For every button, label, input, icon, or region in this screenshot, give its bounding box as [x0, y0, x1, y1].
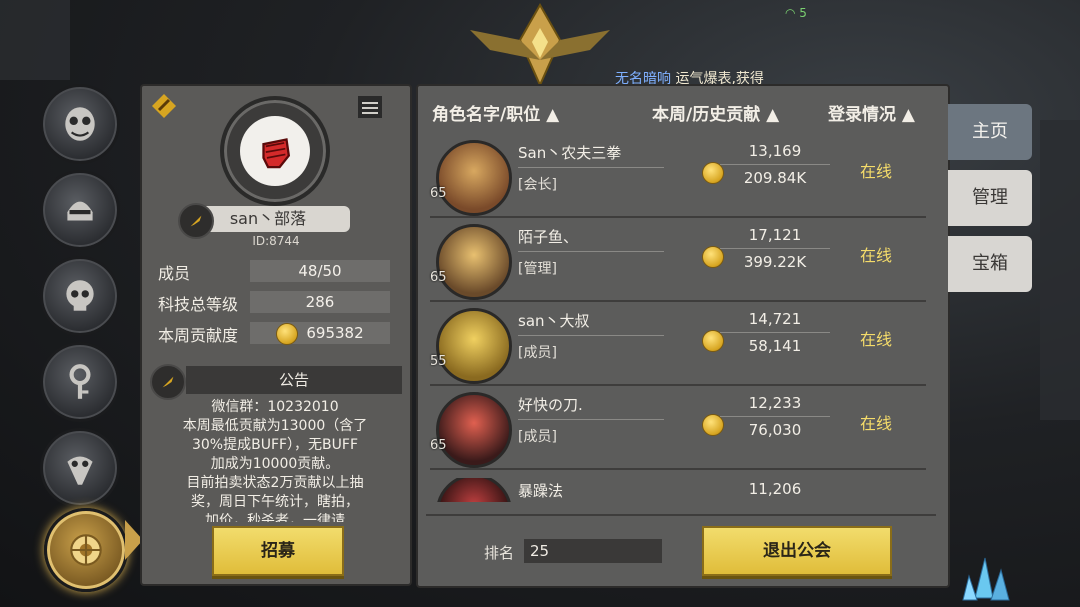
weekly-contribution-value: 695382 [250, 322, 390, 345]
fist-icon [262, 138, 291, 169]
sort-name-header[interactable]: 角色名字/职位 ▲ [432, 100, 559, 125]
member-avatar [436, 224, 512, 300]
notice-line: 目前拍卖状态2万贡献以上抽 [186, 475, 364, 491]
nav-guild-button[interactable] [44, 508, 128, 592]
member-weekly-contribution: 12,233 [720, 394, 830, 417]
notice-line: 加成为10000贡献。 [210, 456, 340, 472]
edit-notice-button[interactable] [150, 364, 186, 400]
member-list-panel: 角色名字/职位 ▲ 本周/历史贡献 ▲ 登录情况 ▲ 65 San丶农夫三拳 [… [416, 84, 950, 588]
guild-id: ID:8744 [252, 234, 300, 248]
guild-info-panel: san丶部落 ID:8744 成员 48/50 科技总等级 286 本周贡献度 … [140, 84, 412, 586]
member-level: 55 [430, 354, 447, 369]
nav-skull-button[interactable] [40, 256, 120, 336]
member-history-contribution: 399.22K [743, 253, 807, 271]
notice-header: 公告 [186, 366, 402, 394]
member-status: 在线 [860, 246, 893, 265]
notice-line: 加价，秒杀者，一律请 [205, 513, 345, 522]
quill-icon [190, 215, 202, 227]
mask-icon [65, 107, 95, 141]
member-name: 陌子鱼、 [518, 226, 664, 252]
member-avatar [436, 392, 512, 468]
nav-helmet-button[interactable] [40, 170, 120, 250]
rank-label: 排名 [484, 544, 515, 562]
tech-level-label: 科技总等级 [158, 295, 239, 314]
notice-line: 微信群：10232010 [211, 399, 339, 415]
tab-home[interactable]: 主页 [948, 104, 1032, 160]
member-history-contribution: 209.84K [743, 169, 807, 187]
background-pillar [0, 0, 70, 80]
nav-key-button[interactable] [40, 342, 120, 422]
member-avatar [436, 140, 512, 216]
weekly-contribution-label: 本周贡献度 [158, 326, 239, 345]
guild-emblem [240, 116, 310, 186]
member-status: 在线 [860, 414, 893, 433]
member-status: 在线 [860, 330, 893, 349]
menu-list-icon[interactable] [356, 94, 384, 120]
coin-icon [276, 322, 299, 345]
guild-emblem-frame[interactable] [220, 96, 330, 206]
members-label: 成员 [158, 264, 191, 283]
notice-line: 奖，周日下午统计，瞎拍， [191, 494, 359, 510]
member-row[interactable]: 暴躁法 11,206 [430, 478, 926, 502]
member-role: [成员] [518, 345, 557, 361]
member-level: 65 [430, 438, 447, 453]
tab-manage[interactable]: 管理 [948, 170, 1032, 226]
wifi-indicator: ◠ 5 [785, 6, 807, 20]
sort-login-header[interactable]: 登录情况 ▲ [828, 100, 915, 125]
member-row[interactable]: 65 陌子鱼、 [管理] 17,121 399.22K 在线 [430, 218, 926, 302]
list-divider [426, 514, 936, 516]
quill-icon [162, 376, 174, 388]
member-weekly-contribution: 11,206 [748, 480, 802, 498]
crystal-icon [962, 557, 1010, 601]
member-status: 在线 [860, 162, 893, 181]
member-history-contribution: 58,141 [748, 337, 802, 355]
bird-skull-icon [67, 456, 93, 485]
recruit-button[interactable]: 招募 [212, 526, 344, 576]
background-pillar [1040, 120, 1080, 420]
members-value: 48/50 [250, 260, 390, 282]
member-weekly-contribution: 14,721 [720, 310, 830, 333]
member-weekly-contribution: 17,121 [720, 226, 830, 249]
member-row[interactable]: 65 好快の刀. [成员] 12,233 76,030 在线 [430, 386, 926, 470]
rank-value: 25 [524, 539, 662, 563]
member-level: 65 [430, 270, 447, 285]
tab-chest[interactable]: 宝箱 [948, 236, 1032, 292]
member-name: 暴躁法 [518, 482, 564, 500]
member-avatar [436, 308, 512, 384]
crown-ornament-icon [470, 2, 610, 88]
nav-bird-skull-button[interactable] [40, 428, 120, 508]
helmet-icon [67, 201, 93, 221]
member-row[interactable]: 55 san丶大叔 [成员] 14,721 58,141 在线 [430, 302, 926, 386]
member-history-contribution: 76,030 [748, 421, 802, 439]
notice-line: 本周最低贡献为13000（含了 [182, 418, 368, 434]
member-avatar [436, 478, 512, 502]
leave-guild-button[interactable]: 退出公会 [702, 526, 892, 576]
sort-contribution-header[interactable]: 本周/历史贡献 ▲ [652, 100, 779, 125]
notice-line: 30%提成BUFF），无BUFF [191, 437, 359, 453]
tech-level-value: 286 [250, 291, 390, 313]
skull-icon [66, 280, 94, 311]
key-icon [69, 364, 91, 399]
weekly-contribution-number: 695382 [306, 324, 364, 342]
guild-emblem-icon [70, 534, 102, 566]
pin-icon [152, 94, 176, 118]
member-level: 65 [430, 186, 447, 201]
member-name: San丶农夫三拳 [518, 142, 664, 168]
nav-mask-button[interactable] [40, 84, 120, 164]
member-role: [管理] [518, 261, 557, 277]
member-name: 好快の刀. [518, 394, 664, 420]
notice-body[interactable]: 微信群：10232010 本周最低贡献为13000（含了 30%提成BUFF），… [156, 398, 394, 522]
member-row[interactable]: 65 San丶农夫三拳 [会长] 13,169 209.84K 在线 [430, 134, 926, 218]
member-name: san丶大叔 [518, 310, 664, 336]
member-weekly-contribution: 13,169 [720, 142, 830, 165]
member-role: [会长] [518, 177, 557, 193]
member-role: [成员] [518, 429, 557, 445]
